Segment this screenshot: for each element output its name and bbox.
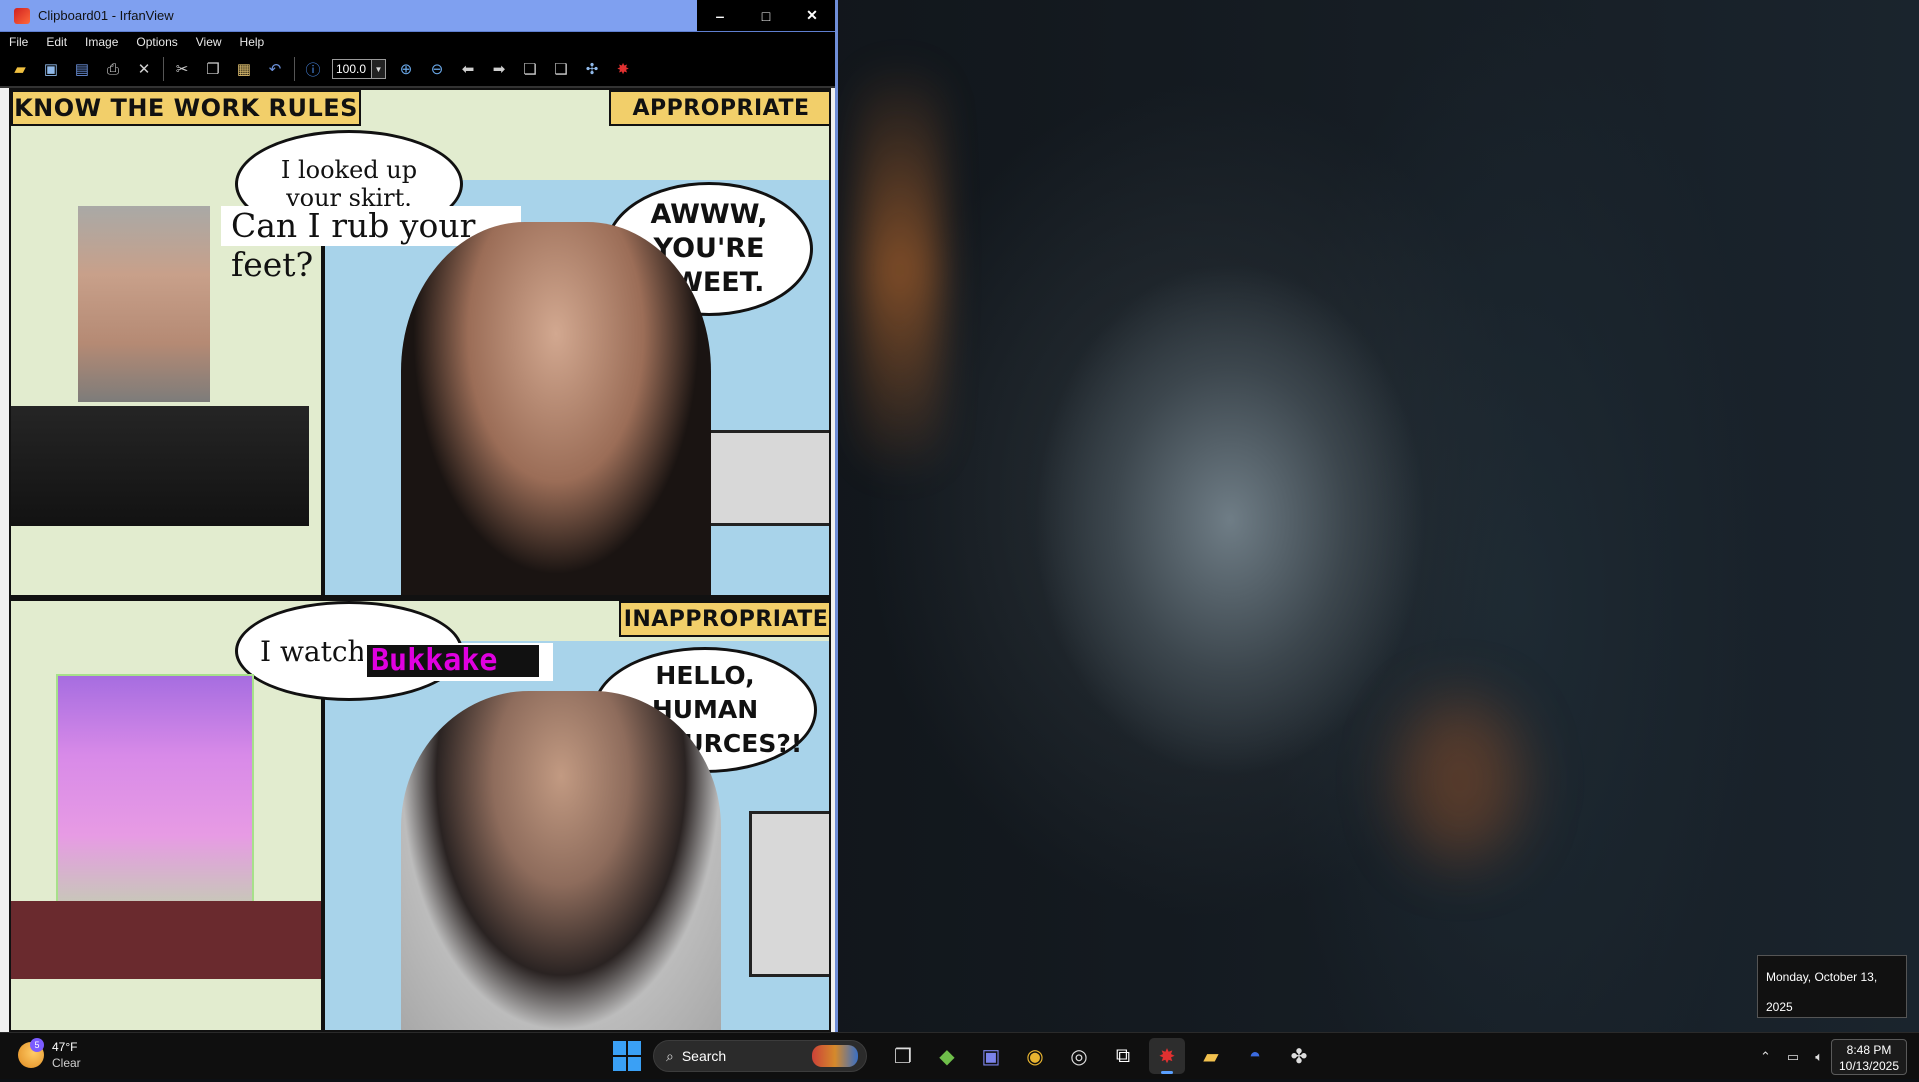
capcut-icon[interactable]: ⧉ — [1105, 1038, 1141, 1074]
taskbar-clock[interactable]: 8:48 PM 10/13/2025 — [1831, 1039, 1907, 1075]
open-icon[interactable]: ▰ — [8, 58, 32, 80]
toolbar-separator — [163, 57, 164, 81]
comic-panel-top: KNOW THE WORK RULES APPROPRIATE I looked… — [11, 90, 829, 601]
start-button[interactable] — [613, 1041, 643, 1071]
chrome-icon[interactable]: ◉ — [1017, 1038, 1053, 1074]
notification-badge: 5 — [30, 1038, 44, 1052]
irfanview-window: Clipboard01 - IrfanView ‒ □ ✕ File Edit … — [0, 0, 838, 1032]
photo-woman-smiling — [401, 222, 711, 595]
speech-text: I watch — [260, 634, 366, 668]
zoom-in-icon[interactable]: ⊕ — [394, 58, 418, 80]
move-to-icon[interactable]: ❑ — [549, 58, 573, 80]
text-overlay-highlight-box: Bukkake — [363, 643, 553, 681]
settings-pinwheel-icon[interactable]: ✤ — [1281, 1038, 1317, 1074]
search-icon: ⌕ — [666, 1047, 674, 1064]
minimize-button[interactable]: ‒ — [697, 0, 743, 31]
paste-icon[interactable]: ▦ — [232, 58, 256, 80]
photo-man-body — [11, 406, 309, 526]
menu-view[interactable]: View — [187, 35, 231, 49]
toolbar: ▰ ▣ ▤ ⎙ ✕ ✂ ❐ ▦ ↶ ⓘ 100.0 ▼ ⊕ ⊖ ⬅ ➡ ❏ ❑ … — [0, 52, 835, 88]
save-icon[interactable]: ▤ — [70, 58, 94, 80]
clock-tooltip: Monday, October 13, 2025 Mon 8:48 PM (Lo… — [1757, 955, 1907, 1074]
speech-text: I looked up your skirt. — [280, 156, 418, 212]
photo-woman-glasses — [401, 691, 721, 1030]
file-explorer-icon[interactable]: ▰ — [1193, 1038, 1229, 1074]
taskbar-search[interactable]: ⌕ Search — [653, 1040, 867, 1072]
weather-widget[interactable]: 5 47°F Clear — [18, 1038, 81, 1071]
undo-icon[interactable]: ↶ — [263, 58, 287, 80]
minecraft-icon[interactable]: ◆ — [929, 1038, 965, 1074]
menu-options[interactable]: Options — [127, 35, 186, 49]
menu-bar: File Edit Image Options View Help — [0, 32, 835, 52]
irfanview-app-icon — [14, 7, 30, 24]
app-icon[interactable]: ◓ — [1237, 1038, 1273, 1074]
properties-icon[interactable]: ✣ — [580, 58, 604, 80]
menu-file[interactable]: File — [0, 35, 37, 49]
copy-icon[interactable]: ❐ — [201, 58, 225, 80]
taskbar: 5 47°F Clear ⌕ Search ❐ ◆ ▣ ◉ ◎ ⧉ ✸ ▰ ◓ … — [0, 1032, 1919, 1079]
irfanview-icon[interactable]: ✸ — [1149, 1038, 1185, 1074]
highlighted-word: Bukkake — [367, 645, 539, 677]
photo-body-dark-red — [11, 901, 321, 979]
weather-condition: Clear — [52, 1056, 81, 1070]
maximize-button[interactable]: □ — [743, 0, 789, 31]
next-icon[interactable]: ➡ — [487, 58, 511, 80]
menu-help[interactable]: Help — [231, 35, 274, 49]
wallpaper-glow — [860, 60, 940, 480]
exit-icon[interactable]: ✸ — [611, 58, 635, 80]
teams-icon[interactable]: ▣ — [973, 1038, 1009, 1074]
windows-logo-icon — [613, 1041, 626, 1055]
menu-image[interactable]: Image — [76, 35, 127, 49]
chevron-up-icon[interactable]: ⌃ — [1760, 1049, 1771, 1065]
copy-to-icon[interactable]: ❏ — [518, 58, 542, 80]
task-view-icon[interactable]: ❐ — [885, 1038, 921, 1074]
cut-icon[interactable]: ✂ — [170, 58, 194, 80]
clock-time: 8:48 PM — [1846, 1043, 1892, 1057]
system-tray: ⌃ ▭ 🔈︎ 8:48 PM 10/13/2025 — [1752, 1039, 1907, 1075]
caption-know-the-work-rules: KNOW THE WORK RULES — [11, 90, 361, 126]
search-highlight-icon — [812, 1045, 858, 1067]
image-canvas: KNOW THE WORK RULES APPROPRIATE I looked… — [9, 88, 831, 1032]
window-titlebar[interactable]: Clipboard01 - IrfanView ‒ □ ✕ — [0, 0, 835, 32]
clock-date: 10/13/2025 — [1838, 1059, 1900, 1073]
print-icon[interactable]: ⎙ — [101, 58, 125, 80]
thumbnails-icon[interactable]: ▣ — [39, 58, 63, 80]
delete-icon[interactable]: ✕ — [132, 58, 156, 80]
search-label: Search — [681, 1048, 727, 1064]
close-button[interactable]: ✕ — [789, 0, 835, 31]
zoom-input[interactable]: 100.0 — [332, 59, 372, 79]
vpn-icon[interactable]: ◎ — [1061, 1038, 1097, 1074]
caption-appropriate: APPROPRIATE — [609, 90, 829, 126]
moon-weather-icon: 5 — [18, 1038, 44, 1068]
window-title: Clipboard01 - IrfanView — [38, 8, 174, 23]
photo-man-head — [78, 206, 210, 402]
menu-edit[interactable]: Edit — [37, 35, 76, 49]
wallpaper-glow — [1400, 700, 1520, 860]
volume-icon[interactable]: 🔈︎ — [1815, 1049, 1823, 1065]
caption-inappropriate: INAPPROPRIATE — [619, 601, 829, 637]
info-icon[interactable]: ⓘ — [301, 58, 325, 80]
zoom-out-icon[interactable]: ⊖ — [425, 58, 449, 80]
taskbar-apps: ⌕ Search ❐ ◆ ▣ ◉ ◎ ⧉ ✸ ▰ ◓ ✤ — [613, 1038, 1321, 1074]
comic-panel-bottom: INAPPROPRIATE I watch Bukkake HELLO, HUM… — [11, 601, 829, 1030]
network-icon[interactable]: ▭ — [1787, 1049, 1799, 1065]
office-computer-desk — [701, 430, 829, 526]
zoom-dropdown-icon[interactable]: ▼ — [372, 59, 386, 79]
tooltip-date: Monday, October 13, 2025 — [1766, 970, 1878, 1014]
toolbar-separator — [294, 57, 295, 81]
weather-temperature: 47°F — [52, 1040, 78, 1054]
office-computer-desk — [749, 811, 829, 977]
previous-icon[interactable]: ⬅ — [456, 58, 480, 80]
